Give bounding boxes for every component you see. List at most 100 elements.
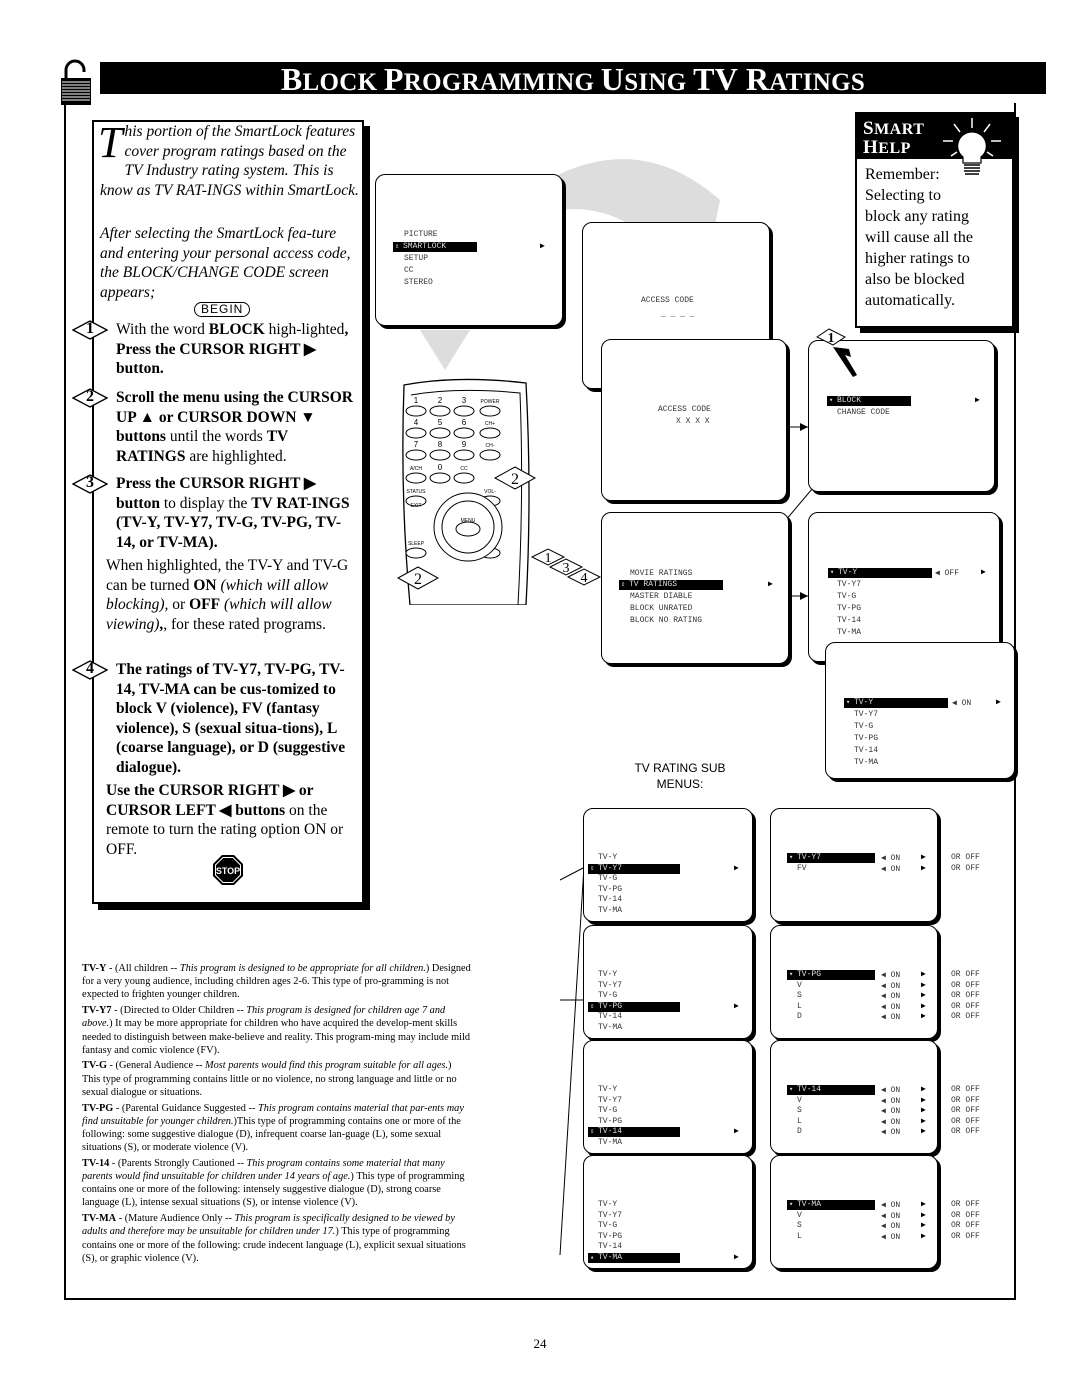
remote-button[interactable] xyxy=(405,547,427,559)
option-toggle-value[interactable]: ◀ ON xyxy=(881,853,900,863)
option-toggle-value[interactable]: ◀ ON xyxy=(881,1096,900,1106)
rating-item[interactable]: TV-Y7 xyxy=(837,580,861,590)
rating-item[interactable]: TV-G xyxy=(598,991,617,1001)
rating-item[interactable]: TV-MA xyxy=(837,628,861,638)
rating-item[interactable]: TV-14 xyxy=(854,746,878,756)
rating-option[interactable]: V xyxy=(797,1096,802,1106)
svg-text:1: 1 xyxy=(545,551,552,566)
remote-button[interactable] xyxy=(479,449,501,461)
option-toggle-value[interactable]: ◀ ON xyxy=(881,1211,900,1221)
rating-option[interactable]: V xyxy=(797,981,802,991)
menu-item-block-selected[interactable]: ▾ BLOCK xyxy=(827,396,911,406)
rating-toggle-value[interactable]: ◀ OFF xyxy=(935,568,959,578)
option-toggle-value[interactable]: ◀ ON xyxy=(881,1002,900,1012)
rating-item[interactable]: TV-Y7 xyxy=(598,981,622,991)
rating-item[interactable]: TV-Y xyxy=(598,853,617,863)
menu-item-cc[interactable]: CC xyxy=(404,266,414,276)
rating-item[interactable]: TV-PG xyxy=(854,734,878,744)
rating-item[interactable]: TV-MA xyxy=(598,1138,622,1148)
rating-item[interactable]: TV-PG xyxy=(598,1232,622,1242)
rating-item[interactable]: TV-Y7 xyxy=(598,1211,622,1221)
option-toggle-value[interactable]: ◀ ON xyxy=(881,1127,900,1137)
rating-item-selected[interactable]: ⇕ TV-PG xyxy=(588,1001,680,1012)
menu-item-setup[interactable]: SETUP xyxy=(404,254,428,264)
option-toggle-value[interactable]: ◀ ON xyxy=(881,991,900,1001)
remote-button[interactable] xyxy=(429,405,451,417)
menu-item-movie-ratings[interactable]: MOVIE RATINGS xyxy=(630,569,692,579)
rating-tv-y-selected[interactable]: ▾ TV-Y xyxy=(844,698,948,708)
rating-option[interactable]: L xyxy=(797,1002,802,1012)
menu-item-master-disable[interactable]: MASTER DIABLE xyxy=(630,592,692,602)
option-toggle-value[interactable]: ◀ ON xyxy=(881,970,900,980)
rating-item[interactable]: TV-Y xyxy=(598,970,617,980)
rating-item[interactable]: TV-MA xyxy=(598,1023,622,1033)
rating-option[interactable]: FV xyxy=(797,864,807,874)
menu-item-picture[interactable]: PICTURE xyxy=(404,230,438,240)
rating-option[interactable]: D xyxy=(797,1012,802,1022)
rating-item[interactable]: TV-PG xyxy=(598,1117,622,1127)
menu-item-change-code[interactable]: CHANGE CODE xyxy=(837,408,890,418)
rating-item-selected[interactable]: ⇕ TV-14 xyxy=(588,1127,680,1137)
menu-item-smartlock-selected[interactable]: ⇕ SMARTLOCK xyxy=(393,242,477,252)
option-toggle-value[interactable]: ◀ ON xyxy=(881,1200,900,1210)
rating-item[interactable]: TV-14 xyxy=(598,1012,622,1022)
option-toggle-value[interactable]: ◀ ON xyxy=(881,864,900,874)
rating-option-selected[interactable]: ▾ TV-PG xyxy=(787,970,875,980)
option-toggle-value[interactable]: ◀ ON xyxy=(881,1106,900,1116)
tv-screen-smartlock-menu: MOVIE RATINGS ⇕ TV RATINGS ▶ MASTER DIABL… xyxy=(601,512,789,664)
rating-item[interactable]: TV-MA xyxy=(598,906,622,916)
rating-item[interactable]: TV-G xyxy=(854,722,873,732)
rating-option[interactable]: S xyxy=(797,1221,802,1231)
remote-button[interactable] xyxy=(429,427,451,439)
rating-option[interactable]: S xyxy=(797,991,802,1001)
option-toggle-value[interactable]: ◀ ON xyxy=(881,1221,900,1231)
rating-item[interactable]: TV-Y xyxy=(598,1200,617,1210)
remote-button[interactable] xyxy=(429,449,451,461)
rating-item[interactable]: TV-G xyxy=(837,592,856,602)
remote-button[interactable] xyxy=(479,427,501,439)
rating-item[interactable]: TV-G xyxy=(598,1106,617,1116)
rating-item[interactable]: TV-PG xyxy=(598,885,622,895)
rating-item[interactable]: TV-14 xyxy=(598,895,622,905)
rating-option[interactable]: L xyxy=(797,1117,802,1127)
rating-tv-y-selected[interactable]: ▾ TV-Y xyxy=(828,568,932,578)
option-toggle-value[interactable]: ◀ ON xyxy=(881,1117,900,1127)
remote-button[interactable] xyxy=(405,427,427,439)
menu-item-stereo[interactable]: STEREO xyxy=(404,278,433,288)
rating-option[interactable]: V xyxy=(797,1211,802,1221)
menu-item-block-unrated[interactable]: BLOCK UNRATED xyxy=(630,604,692,614)
rating-item[interactable]: TV-Y xyxy=(598,1085,617,1095)
option-toggle-value[interactable]: ◀ ON xyxy=(881,1232,900,1242)
rating-option[interactable]: D xyxy=(797,1127,802,1137)
remote-button[interactable] xyxy=(453,427,475,439)
menu-item-block-no-rating[interactable]: BLOCK NO RATING xyxy=(630,616,702,626)
rating-item[interactable]: TV-14 xyxy=(837,616,861,626)
rating-item[interactable]: TV-14 xyxy=(598,1242,622,1252)
menu-item-tv-ratings-selected[interactable]: ⇕ TV RATINGS xyxy=(619,580,723,590)
remote-button[interactable] xyxy=(453,405,475,417)
rating-option-selected[interactable]: ▾ TV-MA xyxy=(787,1200,875,1210)
rating-option-selected[interactable]: ▾ TV-14 xyxy=(787,1085,875,1095)
remote-button[interactable] xyxy=(405,472,427,484)
remote-button[interactable] xyxy=(453,472,475,484)
remote-button[interactable] xyxy=(429,472,451,484)
option-toggle-value[interactable]: ◀ ON xyxy=(881,981,900,991)
rating-item[interactable]: TV-Y7 xyxy=(598,1096,622,1106)
rating-option[interactable]: S xyxy=(797,1106,802,1116)
rating-item[interactable]: TV-MA xyxy=(854,758,878,768)
remote-button[interactable] xyxy=(405,449,427,461)
remote-button[interactable] xyxy=(453,449,475,461)
rating-item[interactable]: TV-G xyxy=(598,1221,617,1231)
rating-item-selected[interactable]: ▴ TV-MA xyxy=(588,1252,680,1263)
rating-item[interactable]: TV-Y7 xyxy=(854,710,878,720)
rating-option[interactable]: L xyxy=(797,1232,802,1242)
rating-item-selected[interactable]: ⇕ TV-Y7 xyxy=(588,863,680,874)
rating-item[interactable]: TV-PG xyxy=(837,604,861,614)
option-toggle-value[interactable]: ◀ ON xyxy=(881,1085,900,1095)
remote-button[interactable] xyxy=(479,405,501,417)
remote-button[interactable] xyxy=(405,405,427,417)
rating-option-selected[interactable]: ▾ TV-Y7 xyxy=(787,853,875,863)
rating-toggle-value[interactable]: ◀ ON xyxy=(952,698,971,708)
rating-item[interactable]: TV-G xyxy=(598,874,617,884)
option-toggle-value[interactable]: ◀ ON xyxy=(881,1012,900,1022)
